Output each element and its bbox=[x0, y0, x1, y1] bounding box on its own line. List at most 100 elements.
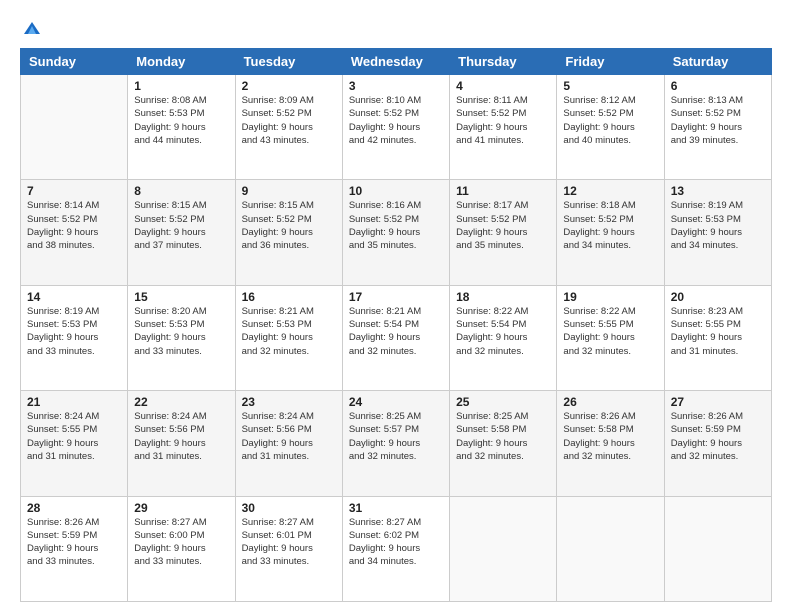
day-number: 14 bbox=[27, 290, 121, 304]
calendar-cell: 6Sunrise: 8:13 AM Sunset: 5:52 PM Daylig… bbox=[664, 75, 771, 180]
calendar-cell: 10Sunrise: 8:16 AM Sunset: 5:52 PM Dayli… bbox=[342, 180, 449, 285]
calendar-cell: 3Sunrise: 8:10 AM Sunset: 5:52 PM Daylig… bbox=[342, 75, 449, 180]
day-info: Sunrise: 8:09 AM Sunset: 5:52 PM Dayligh… bbox=[242, 94, 336, 147]
logo bbox=[20, 18, 42, 38]
day-info: Sunrise: 8:19 AM Sunset: 5:53 PM Dayligh… bbox=[671, 199, 765, 252]
day-number: 27 bbox=[671, 395, 765, 409]
day-info: Sunrise: 8:18 AM Sunset: 5:52 PM Dayligh… bbox=[563, 199, 657, 252]
calendar-cell bbox=[450, 496, 557, 601]
day-info: Sunrise: 8:19 AM Sunset: 5:53 PM Dayligh… bbox=[27, 305, 121, 358]
calendar-cell: 11Sunrise: 8:17 AM Sunset: 5:52 PM Dayli… bbox=[450, 180, 557, 285]
day-number: 11 bbox=[456, 184, 550, 198]
day-number: 2 bbox=[242, 79, 336, 93]
day-info: Sunrise: 8:26 AM Sunset: 5:59 PM Dayligh… bbox=[27, 516, 121, 569]
day-info: Sunrise: 8:26 AM Sunset: 5:58 PM Dayligh… bbox=[563, 410, 657, 463]
calendar-cell: 27Sunrise: 8:26 AM Sunset: 5:59 PM Dayli… bbox=[664, 391, 771, 496]
day-number: 7 bbox=[27, 184, 121, 198]
day-info: Sunrise: 8:26 AM Sunset: 5:59 PM Dayligh… bbox=[671, 410, 765, 463]
day-info: Sunrise: 8:25 AM Sunset: 5:57 PM Dayligh… bbox=[349, 410, 443, 463]
day-info: Sunrise: 8:16 AM Sunset: 5:52 PM Dayligh… bbox=[349, 199, 443, 252]
day-number: 31 bbox=[349, 501, 443, 515]
day-number: 17 bbox=[349, 290, 443, 304]
calendar-cell: 28Sunrise: 8:26 AM Sunset: 5:59 PM Dayli… bbox=[21, 496, 128, 601]
calendar-cell: 24Sunrise: 8:25 AM Sunset: 5:57 PM Dayli… bbox=[342, 391, 449, 496]
day-number: 12 bbox=[563, 184, 657, 198]
day-number: 30 bbox=[242, 501, 336, 515]
day-info: Sunrise: 8:25 AM Sunset: 5:58 PM Dayligh… bbox=[456, 410, 550, 463]
day-number: 18 bbox=[456, 290, 550, 304]
calendar-cell bbox=[557, 496, 664, 601]
day-number: 1 bbox=[134, 79, 228, 93]
calendar-cell: 7Sunrise: 8:14 AM Sunset: 5:52 PM Daylig… bbox=[21, 180, 128, 285]
day-info: Sunrise: 8:22 AM Sunset: 5:55 PM Dayligh… bbox=[563, 305, 657, 358]
calendar-cell: 1Sunrise: 8:08 AM Sunset: 5:53 PM Daylig… bbox=[128, 75, 235, 180]
day-number: 29 bbox=[134, 501, 228, 515]
calendar-cell: 13Sunrise: 8:19 AM Sunset: 5:53 PM Dayli… bbox=[664, 180, 771, 285]
day-info: Sunrise: 8:12 AM Sunset: 5:52 PM Dayligh… bbox=[563, 94, 657, 147]
day-info: Sunrise: 8:21 AM Sunset: 5:53 PM Dayligh… bbox=[242, 305, 336, 358]
day-info: Sunrise: 8:24 AM Sunset: 5:55 PM Dayligh… bbox=[27, 410, 121, 463]
day-info: Sunrise: 8:21 AM Sunset: 5:54 PM Dayligh… bbox=[349, 305, 443, 358]
day-info: Sunrise: 8:27 AM Sunset: 6:02 PM Dayligh… bbox=[349, 516, 443, 569]
day-info: Sunrise: 8:15 AM Sunset: 5:52 PM Dayligh… bbox=[134, 199, 228, 252]
calendar-cell: 4Sunrise: 8:11 AM Sunset: 5:52 PM Daylig… bbox=[450, 75, 557, 180]
calendar-cell: 18Sunrise: 8:22 AM Sunset: 5:54 PM Dayli… bbox=[450, 285, 557, 390]
calendar-week-row: 21Sunrise: 8:24 AM Sunset: 5:55 PM Dayli… bbox=[21, 391, 772, 496]
calendar-cell: 25Sunrise: 8:25 AM Sunset: 5:58 PM Dayli… bbox=[450, 391, 557, 496]
day-number: 8 bbox=[134, 184, 228, 198]
day-number: 16 bbox=[242, 290, 336, 304]
day-number: 9 bbox=[242, 184, 336, 198]
calendar-cell: 9Sunrise: 8:15 AM Sunset: 5:52 PM Daylig… bbox=[235, 180, 342, 285]
calendar-week-row: 7Sunrise: 8:14 AM Sunset: 5:52 PM Daylig… bbox=[21, 180, 772, 285]
day-info: Sunrise: 8:08 AM Sunset: 5:53 PM Dayligh… bbox=[134, 94, 228, 147]
day-number: 6 bbox=[671, 79, 765, 93]
calendar-week-row: 14Sunrise: 8:19 AM Sunset: 5:53 PM Dayli… bbox=[21, 285, 772, 390]
day-number: 10 bbox=[349, 184, 443, 198]
day-number: 5 bbox=[563, 79, 657, 93]
calendar-cell: 22Sunrise: 8:24 AM Sunset: 5:56 PM Dayli… bbox=[128, 391, 235, 496]
calendar-weekday-sunday: Sunday bbox=[21, 49, 128, 75]
calendar-weekday-monday: Monday bbox=[128, 49, 235, 75]
calendar-cell bbox=[664, 496, 771, 601]
day-number: 20 bbox=[671, 290, 765, 304]
day-info: Sunrise: 8:17 AM Sunset: 5:52 PM Dayligh… bbox=[456, 199, 550, 252]
day-info: Sunrise: 8:15 AM Sunset: 5:52 PM Dayligh… bbox=[242, 199, 336, 252]
day-info: Sunrise: 8:23 AM Sunset: 5:55 PM Dayligh… bbox=[671, 305, 765, 358]
calendar-cell: 14Sunrise: 8:19 AM Sunset: 5:53 PM Dayli… bbox=[21, 285, 128, 390]
logo-icon bbox=[22, 18, 42, 38]
day-number: 25 bbox=[456, 395, 550, 409]
calendar-cell: 8Sunrise: 8:15 AM Sunset: 5:52 PM Daylig… bbox=[128, 180, 235, 285]
calendar-weekday-tuesday: Tuesday bbox=[235, 49, 342, 75]
day-info: Sunrise: 8:24 AM Sunset: 5:56 PM Dayligh… bbox=[242, 410, 336, 463]
day-info: Sunrise: 8:10 AM Sunset: 5:52 PM Dayligh… bbox=[349, 94, 443, 147]
calendar-weekday-saturday: Saturday bbox=[664, 49, 771, 75]
day-info: Sunrise: 8:14 AM Sunset: 5:52 PM Dayligh… bbox=[27, 199, 121, 252]
calendar-cell: 26Sunrise: 8:26 AM Sunset: 5:58 PM Dayli… bbox=[557, 391, 664, 496]
calendar-weekday-thursday: Thursday bbox=[450, 49, 557, 75]
day-number: 15 bbox=[134, 290, 228, 304]
calendar-weekday-friday: Friday bbox=[557, 49, 664, 75]
calendar-table: SundayMondayTuesdayWednesdayThursdayFrid… bbox=[20, 48, 772, 602]
day-number: 26 bbox=[563, 395, 657, 409]
day-number: 4 bbox=[456, 79, 550, 93]
calendar-cell: 29Sunrise: 8:27 AM Sunset: 6:00 PM Dayli… bbox=[128, 496, 235, 601]
day-number: 28 bbox=[27, 501, 121, 515]
calendar-cell: 19Sunrise: 8:22 AM Sunset: 5:55 PM Dayli… bbox=[557, 285, 664, 390]
calendar-cell: 5Sunrise: 8:12 AM Sunset: 5:52 PM Daylig… bbox=[557, 75, 664, 180]
day-number: 22 bbox=[134, 395, 228, 409]
calendar-cell: 20Sunrise: 8:23 AM Sunset: 5:55 PM Dayli… bbox=[664, 285, 771, 390]
calendar-cell bbox=[21, 75, 128, 180]
calendar-cell: 30Sunrise: 8:27 AM Sunset: 6:01 PM Dayli… bbox=[235, 496, 342, 601]
day-info: Sunrise: 8:22 AM Sunset: 5:54 PM Dayligh… bbox=[456, 305, 550, 358]
day-info: Sunrise: 8:20 AM Sunset: 5:53 PM Dayligh… bbox=[134, 305, 228, 358]
calendar-cell: 31Sunrise: 8:27 AM Sunset: 6:02 PM Dayli… bbox=[342, 496, 449, 601]
calendar-cell: 15Sunrise: 8:20 AM Sunset: 5:53 PM Dayli… bbox=[128, 285, 235, 390]
calendar-cell: 2Sunrise: 8:09 AM Sunset: 5:52 PM Daylig… bbox=[235, 75, 342, 180]
header bbox=[20, 18, 772, 38]
page: SundayMondayTuesdayWednesdayThursdayFrid… bbox=[0, 0, 792, 612]
day-info: Sunrise: 8:27 AM Sunset: 6:00 PM Dayligh… bbox=[134, 516, 228, 569]
day-number: 3 bbox=[349, 79, 443, 93]
day-info: Sunrise: 8:11 AM Sunset: 5:52 PM Dayligh… bbox=[456, 94, 550, 147]
day-number: 13 bbox=[671, 184, 765, 198]
day-number: 21 bbox=[27, 395, 121, 409]
